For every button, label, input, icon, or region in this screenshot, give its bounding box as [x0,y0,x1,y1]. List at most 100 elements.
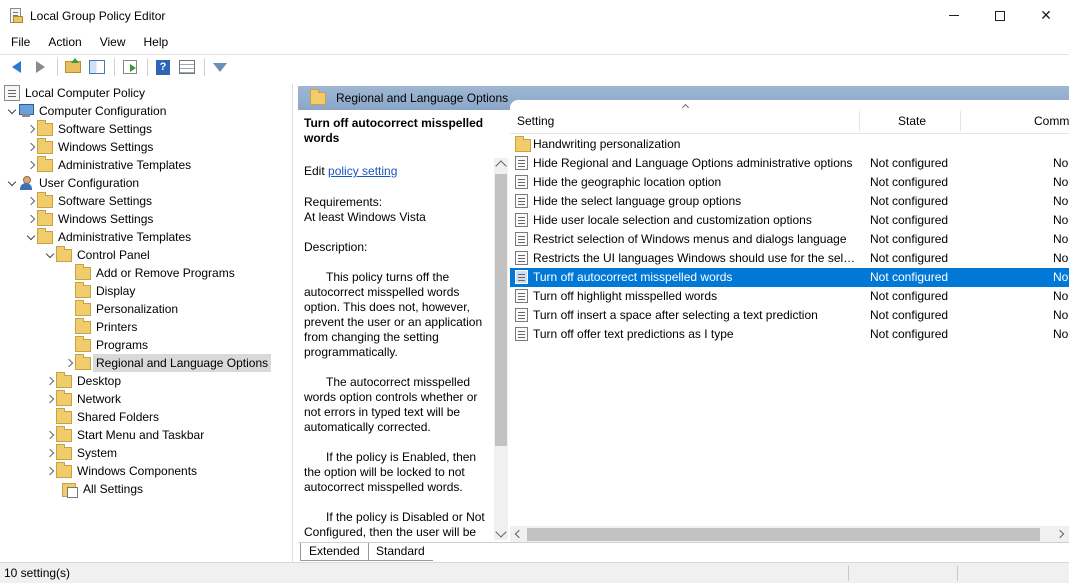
tree-item-network[interactable]: Network [44,389,124,408]
column-header-setting[interactable]: Setting [517,108,554,134]
chevron-right-icon[interactable] [44,444,56,462]
chevron-right-icon[interactable] [25,120,37,138]
tree-item-uc-software-settings[interactable]: Software Settings [25,191,155,210]
tree-item-cc-administrative-templates[interactable]: Administrative Templates [25,155,194,174]
description-paragraph: If the policy is Enabled, then the optio… [304,450,477,494]
list-item[interactable]: Hide the geographic location option Not … [510,173,1069,192]
menu-view[interactable]: View [93,31,133,53]
chevron-right-icon[interactable] [25,192,37,210]
tree-item-printers[interactable]: Printers [75,317,140,336]
folder-icon [56,245,72,262]
tree-item-local-computer-policy[interactable]: Local Computer Policy [4,84,148,102]
scrollbar-thumb[interactable] [527,528,1040,541]
scrollbar-thumb[interactable] [495,174,507,446]
horizontal-scrollbar[interactable] [510,526,1069,543]
chevron-right-icon[interactable] [44,462,56,480]
folder-icon [56,389,72,406]
show-hide-tree-button[interactable] [86,56,108,78]
list-item-folder[interactable]: Handwriting personalization [510,135,1069,154]
tree-item-regional-language-options[interactable]: Regional and Language Options [63,353,272,372]
tree-item-uc-windows-settings[interactable]: Windows Settings [25,209,156,228]
policy-setting-icon [515,232,528,246]
tree-item-computer-configuration[interactable]: Computer Configuration [6,102,169,120]
list-item-selected[interactable]: Turn off autocorrect misspelled words No… [510,268,1069,287]
toolbar-separator [204,58,205,76]
tab-extended[interactable]: Extended [300,543,369,561]
tree-item-cc-software-settings[interactable]: Software Settings [25,119,155,138]
column-header-state[interactable]: State [898,108,926,134]
list-item[interactable]: Hide the select language group options N… [510,192,1069,211]
properties-button[interactable] [176,56,198,78]
list-item[interactable]: Restrict selection of Windows menus and … [510,230,1069,249]
group-policy-app-icon [8,7,24,24]
tree-item-windows-components[interactable]: Windows Components [44,461,200,480]
tree-item-user-configuration[interactable]: User Configuration [6,174,142,192]
chevron-right-icon[interactable] [25,138,37,156]
folder-icon [37,227,53,244]
chevron-right-icon[interactable] [44,390,56,408]
forward-button[interactable] [29,56,51,78]
folder-icon [37,209,53,226]
list-item[interactable]: Restricts the UI languages Windows shoul… [510,249,1069,268]
tree-item-shared-folders[interactable]: Shared Folders [56,407,162,426]
column-separator[interactable] [960,111,961,131]
policy-setting-icon [515,156,528,170]
menu-file[interactable]: File [4,31,37,53]
tree-item-desktop[interactable]: Desktop [44,371,124,390]
list-item[interactable]: Turn off offer text predictions as I typ… [510,325,1069,344]
tree-item-system[interactable]: System [44,443,120,462]
chevron-down-icon[interactable] [25,228,37,246]
tree-item-add-remove-programs[interactable]: Add or Remove Programs [75,263,238,282]
scroll-up-icon[interactable] [495,160,507,172]
help-button[interactable]: ? [152,56,174,78]
policy-setting-icon [515,194,528,208]
tab-standard[interactable]: Standard [368,543,433,561]
tree-item-programs[interactable]: Programs [75,335,151,354]
close-button[interactable]: ✕ [1023,0,1069,31]
chevron-down-icon[interactable] [44,246,56,264]
maximize-button[interactable] [977,0,1023,31]
chevron-right-icon[interactable] [44,372,56,390]
navigation-tree: Local Computer Policy Computer Configura… [0,84,293,562]
scroll-right-icon[interactable] [1055,529,1065,539]
back-arrow-icon [11,61,21,73]
chevron-right-icon[interactable] [44,426,56,444]
up-one-level-button[interactable] [62,56,84,78]
list-item[interactable]: Hide Regional and Language Options admin… [510,154,1069,173]
minimize-button[interactable] [931,0,977,31]
tree-item-all-settings[interactable]: All Settings [62,480,146,498]
status-bar: 10 setting(s) [0,562,1069,583]
column-separator[interactable] [859,111,860,131]
description-scrollbar[interactable] [494,158,508,540]
filter-button[interactable] [209,56,231,78]
sort-ascending-icon [681,103,690,112]
tree-item-cc-windows-settings[interactable]: Windows Settings [25,137,156,156]
up-folder-icon [65,58,81,73]
back-button[interactable] [5,56,27,78]
list-item[interactable]: Turn off insert a space after selecting … [510,306,1069,325]
chevron-down-icon[interactable] [6,102,18,120]
scroll-left-icon[interactable] [514,529,524,539]
list-item[interactable]: Turn off highlight misspelled words Not … [510,287,1069,306]
folder-icon [56,443,72,460]
tree-item-uc-administrative-templates[interactable]: Administrative Templates [25,227,194,246]
chevron-right-icon[interactable] [25,156,37,174]
menu-help[interactable]: Help [137,31,176,53]
list-item[interactable]: Hide user locale selection and customiza… [510,211,1069,230]
chevron-right-icon[interactable] [63,354,75,372]
tree-item-start-menu-taskbar[interactable]: Start Menu and Taskbar [44,425,207,444]
chevron-right-icon[interactable] [25,210,37,228]
edit-policy-setting-link[interactable]: policy setting [328,164,397,178]
menu-action[interactable]: Action [41,31,88,53]
chevron-down-icon[interactable] [6,174,18,192]
status-text: 10 setting(s) [4,566,71,580]
tree-item-display[interactable]: Display [75,281,138,300]
column-header-comment[interactable]: Comm [1034,108,1069,134]
title-bar: Local Group Policy Editor [0,0,1069,31]
scroll-down-icon[interactable] [495,526,507,538]
export-list-button[interactable] [119,56,141,78]
description-label: Description: [304,240,368,254]
tree-item-personalization[interactable]: Personalization [75,299,181,318]
toolbar-separator [147,58,148,76]
tree-item-control-panel[interactable]: Control Panel [44,245,153,264]
